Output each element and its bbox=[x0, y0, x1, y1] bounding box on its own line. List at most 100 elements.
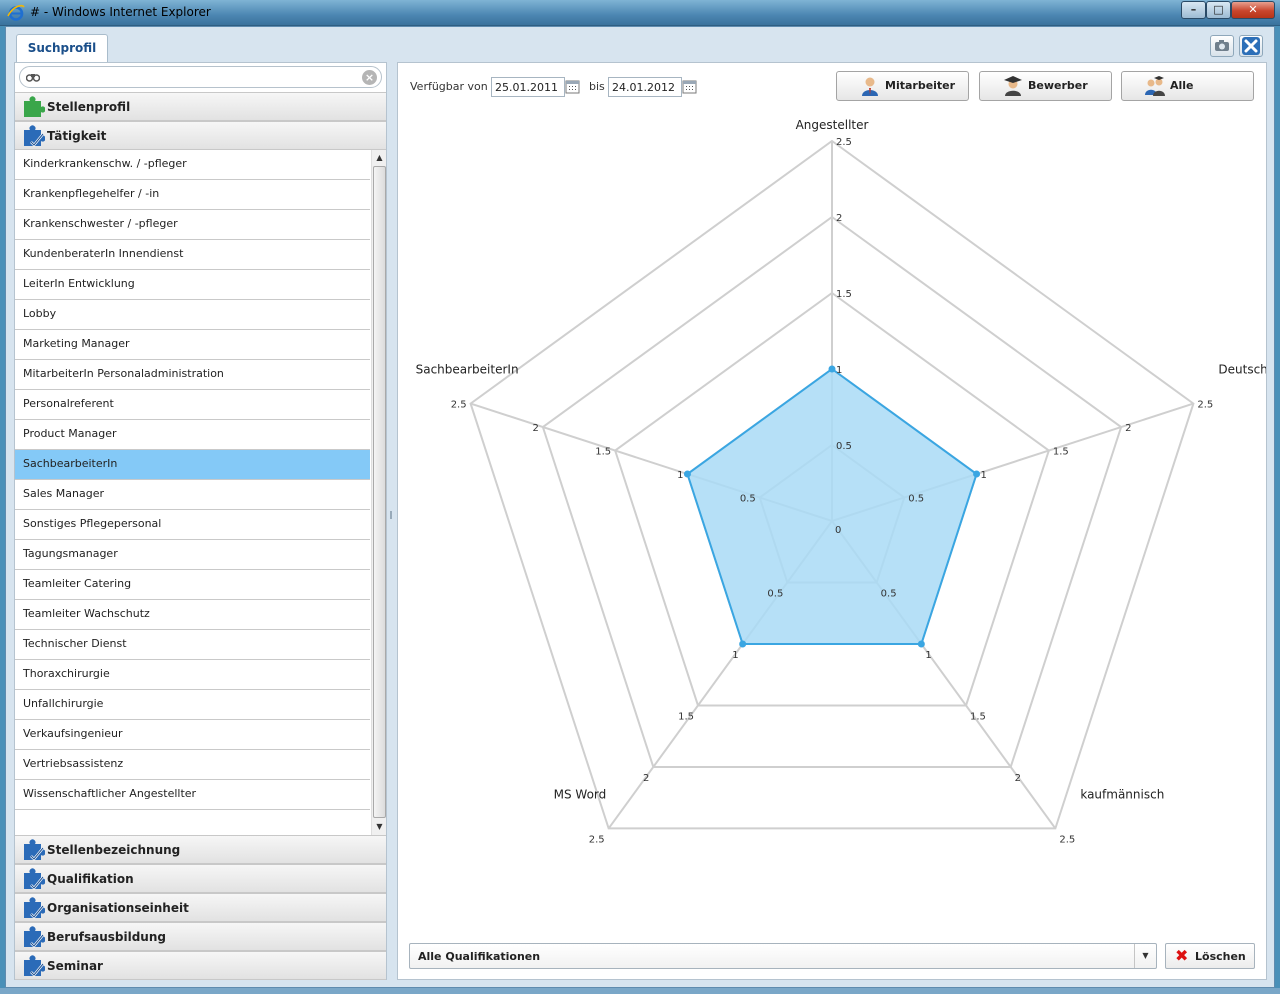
window-close-button[interactable]: ✕ bbox=[1231, 1, 1275, 19]
radar-tick-label: 2 bbox=[1125, 423, 1131, 434]
chevron-down-icon[interactable]: ▼ bbox=[1134, 944, 1156, 968]
radar-tick-label: 0.5 bbox=[836, 441, 852, 452]
list-item[interactable]: Kinderkrankenschw. / -pfleger bbox=[15, 150, 370, 180]
list-item[interactable]: LeiterIn Entwicklung bbox=[15, 270, 370, 300]
radar-tick-label: 1.5 bbox=[836, 289, 852, 300]
radar-tick-label: 2 bbox=[643, 773, 649, 784]
scroll-down-icon[interactable]: ▼ bbox=[373, 820, 386, 834]
radar-tick-label: 1 bbox=[925, 650, 931, 661]
radar-tick-label: 2 bbox=[836, 213, 842, 224]
radar-chart: 0.5 1 1.5 2 2.5 0.5 1 1.5 2 2.5 0.5 1 1.5 2 2.5 0.5 1 1.5… bbox=[416, 118, 1266, 845]
radar-tick-label: 2.5 bbox=[451, 400, 467, 411]
accordion-header-organisationseinheit[interactable]: Organisationseinheit bbox=[15, 893, 386, 922]
list-item[interactable]: Unfallchirurgie bbox=[15, 690, 370, 720]
radar-series-area bbox=[686, 367, 978, 645]
radar-tick-label: 2.5 bbox=[1059, 834, 1075, 845]
list-item[interactable]: Krankenschwester / -pfleger bbox=[15, 210, 370, 240]
taetigkeit-list[interactable]: Kinderkrankenschw. / -pfleger Krankenpfle… bbox=[15, 150, 386, 835]
radar-tick-label: 1.5 bbox=[970, 711, 986, 722]
radar-tick-label: 1 bbox=[732, 650, 738, 661]
radar-tick-label: 0.5 bbox=[881, 588, 897, 599]
accordion-header-taetigkeit[interactable]: Tätigkeit bbox=[15, 121, 386, 150]
radar-axis-label: MS Word bbox=[554, 787, 607, 801]
radar-tick-label: 2.5 bbox=[836, 137, 852, 148]
list-item[interactable]: Sales Manager bbox=[15, 480, 370, 510]
radar-data-point bbox=[739, 640, 747, 648]
list-item[interactable]: Teamleiter Catering bbox=[15, 570, 370, 600]
radar-data-point bbox=[917, 640, 925, 648]
list-item[interactable]: Krankenpflegehelfer / -in bbox=[15, 180, 370, 210]
accordion-header-stellenbezeichnung[interactable]: Stellenbezeichnung bbox=[15, 835, 386, 864]
accordion-header-seminar[interactable]: Seminar bbox=[15, 951, 386, 980]
window-titlebar[interactable]: # - Windows Internet Explorer – □ ✕ bbox=[0, 0, 1280, 26]
panel-splitter[interactable]: ‖ bbox=[389, 510, 394, 528]
list-item[interactable]: Product Manager bbox=[15, 420, 370, 450]
window-title: # - Windows Internet Explorer bbox=[30, 5, 211, 19]
list-item[interactable]: Sonstiges Pflegepersonal bbox=[15, 510, 370, 540]
accordion-header-berufsausbildung[interactable]: Berufsausbildung bbox=[15, 922, 386, 951]
list-item[interactable]: KundenberaterIn Innendienst bbox=[15, 240, 370, 270]
radar-tick-label: 2 bbox=[1015, 773, 1021, 784]
radar-axis-label: Angestellter bbox=[796, 118, 869, 132]
radar-tick-label: 1 bbox=[836, 365, 842, 376]
radar-tick-label: 1.5 bbox=[678, 711, 694, 722]
binoculars-icon bbox=[26, 74, 40, 82]
app-tabbar: Suchprofil bbox=[10, 32, 1268, 62]
internet-explorer-icon bbox=[7, 4, 25, 21]
maximize-button[interactable]: □ bbox=[1206, 1, 1231, 19]
search-input[interactable] bbox=[46, 69, 356, 85]
scroll-thumb[interactable] bbox=[373, 166, 386, 818]
accordion-header-qualifikation[interactable]: Qualifikation bbox=[15, 864, 386, 893]
accordion-header-label: Stellenprofil bbox=[47, 100, 131, 114]
clear-search-icon[interactable]: × bbox=[362, 70, 377, 85]
list-item[interactable]: Verkaufsingenieur bbox=[15, 720, 370, 750]
tab-suchprofil[interactable]: Suchprofil bbox=[16, 34, 108, 62]
puzzle-check-icon bbox=[24, 955, 45, 977]
list-item[interactable]: MitarbeiterIn Personaladministration bbox=[15, 360, 370, 390]
list-item[interactable]: Technischer Dienst bbox=[15, 630, 370, 660]
qualification-select[interactable]: Alle Qualifikationen ▼ bbox=[409, 943, 1157, 969]
list-item[interactable]: Thoraxchirurgie bbox=[15, 660, 370, 690]
radar-tick-label: 0.5 bbox=[740, 494, 756, 505]
chart-panel: Verfügbar von bis Mitarbeiter Bewerber bbox=[397, 62, 1267, 980]
list-scrollbar[interactable]: ▲ ▼ bbox=[371, 150, 386, 835]
radar-axis-label: SachbearbeiterIn bbox=[416, 363, 519, 377]
radar-axis-label: kaufmännisch bbox=[1080, 787, 1164, 801]
accordion-header-label: Stellenbezeichnung bbox=[47, 843, 181, 857]
puzzle-check-icon bbox=[24, 125, 45, 147]
delete-button[interactable]: ✖ Löschen bbox=[1165, 943, 1255, 969]
puzzle-green-icon bbox=[24, 96, 45, 117]
search-box[interactable]: × bbox=[19, 66, 382, 88]
scroll-up-icon[interactable]: ▲ bbox=[373, 151, 386, 165]
accordion-header-label: Qualifikation bbox=[47, 872, 134, 886]
accordion-header-label: Organisationseinheit bbox=[47, 901, 189, 915]
radar-tick-label: 1 bbox=[981, 470, 987, 481]
puzzle-check-icon bbox=[24, 926, 45, 948]
radar-center-label: 0 bbox=[835, 525, 841, 536]
minimize-button[interactable]: – bbox=[1181, 1, 1206, 19]
radar-tick-label: 2 bbox=[533, 423, 539, 434]
list-item[interactable]: Marketing Manager bbox=[15, 330, 370, 360]
radar-tick-label: 0.5 bbox=[767, 588, 783, 599]
accordion-header-stellenprofil[interactable]: Stellenprofil bbox=[15, 92, 386, 121]
list-item[interactable]: Wissenschaftlicher Angestellter bbox=[15, 780, 370, 810]
accordion-header-label: Tätigkeit bbox=[47, 129, 107, 143]
list-item[interactable]: Personalreferent bbox=[15, 390, 370, 420]
list-item[interactable]: Tagungsmanager bbox=[15, 540, 370, 570]
radar-axis-label: Deutsch bbox=[1218, 363, 1266, 377]
list-item[interactable]: Lobby bbox=[15, 300, 370, 330]
radar-tick-label: 1 bbox=[677, 470, 683, 481]
radar-tick-label: 2.5 bbox=[589, 834, 605, 845]
list-item[interactable]: SachbearbeiterIn bbox=[15, 450, 370, 480]
radar-data-point bbox=[828, 365, 836, 373]
close-panel-button[interactable] bbox=[1239, 35, 1263, 57]
close-icon bbox=[1242, 37, 1260, 55]
puzzle-check-icon bbox=[24, 868, 45, 890]
camera-icon bbox=[1215, 40, 1229, 51]
radar-tick-label: 2.5 bbox=[1197, 400, 1213, 411]
screenshot-button[interactable] bbox=[1210, 35, 1234, 57]
accordion-header-label: Seminar bbox=[47, 959, 103, 973]
list-item[interactable]: Teamleiter Wachschutz bbox=[15, 600, 370, 630]
window-bottom-border bbox=[0, 988, 1280, 994]
list-item[interactable]: Vertriebsassistenz bbox=[15, 750, 370, 780]
